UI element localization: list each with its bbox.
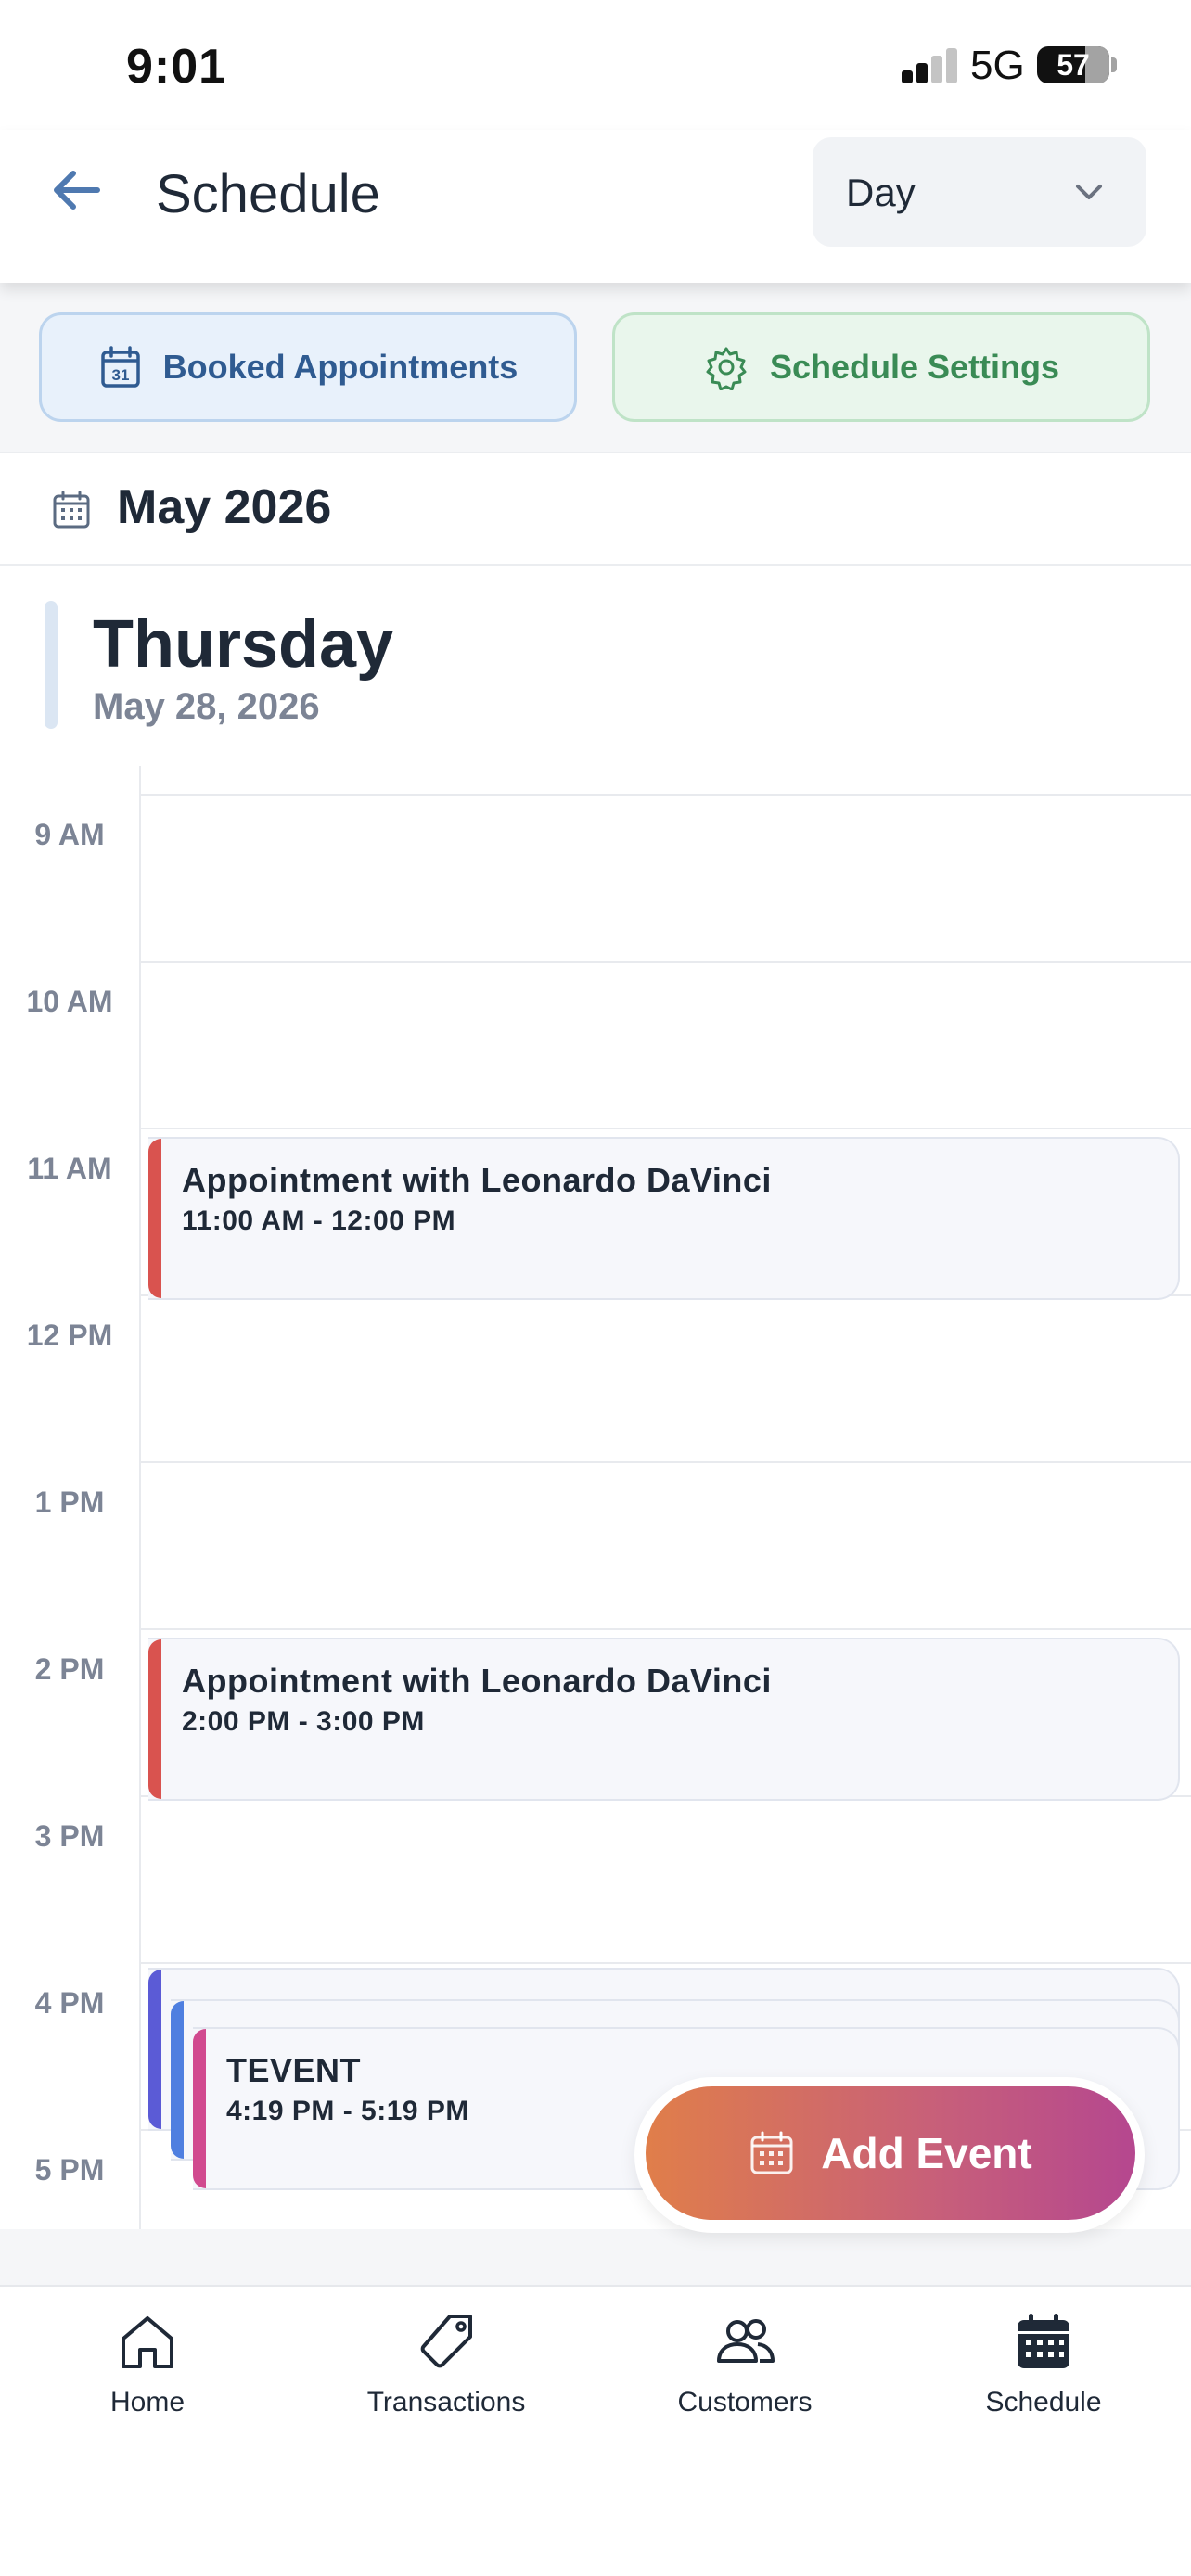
event-card[interactable]: Appointment with Leonardo DaVinci 2:00 P… — [148, 1638, 1180, 1801]
calendar-icon — [750, 2131, 793, 2174]
calendar-icon — [1018, 2314, 1069, 2368]
bottom-tab-bar: Home Transactions Customers Schedule — [0, 2287, 1191, 2576]
month-row: May 2026 — [0, 452, 1191, 566]
event-title: TEVENT — [226, 2051, 362, 2089]
tab-label: Home — [109, 2387, 186, 2417]
booked-appointments-label: Booked Appointments — [162, 348, 519, 386]
calendar-31-icon: 31 — [100, 346, 140, 388]
hour-row: 10 AM — [0, 961, 1191, 1018]
event-title: Appointment with Leonardo DaVinci — [182, 1662, 772, 1700]
hour-label: 12 PM — [26, 1319, 113, 1352]
chevron-down-icon — [1076, 185, 1102, 199]
tab-home[interactable]: Home — [27, 2309, 268, 2429]
month-label[interactable]: May 2026 — [117, 479, 331, 535]
hour-row: 2 PM — [0, 1628, 1191, 1686]
day-header: Thursday May 28, 2026 — [0, 567, 1191, 762]
top-header: Schedule Day — [0, 130, 1191, 283]
battery-tip — [1111, 57, 1117, 72]
hour-label: 9 AM — [34, 818, 105, 851]
hour-row: 9 AM — [0, 794, 1191, 851]
event-title: Appointment with Leonardo DaVinci — [182, 1161, 772, 1199]
add-event-label: Add Event — [821, 2129, 1032, 2177]
day-timeline[interactable]: 9 AM 10 AM 11 AM 12 PM 1 PM 2 PM 3 PM 4 … — [0, 762, 1191, 2229]
hour-row: 11 AM — [0, 1128, 1191, 1185]
hour-label: 3 PM — [34, 1819, 105, 1853]
event-card[interactable]: Appointment with Leonardo DaVinci 11:00 … — [148, 1137, 1180, 1300]
cellular-signal-icon — [902, 48, 959, 83]
tab-schedule[interactable]: Schedule — [923, 2309, 1164, 2429]
page-title: Schedule — [156, 164, 380, 224]
svg-text:31: 31 — [111, 366, 129, 384]
hour-label: 11 AM — [27, 1152, 112, 1185]
status-bar: 9:01 5G 57 — [0, 0, 1191, 130]
event-time: 4:19 PM - 5:19 PM — [226, 2096, 469, 2126]
tag-icon — [420, 2315, 472, 2368]
arrow-left-icon — [54, 171, 100, 210]
hour-label: 4 PM — [34, 1986, 105, 2020]
add-event-button[interactable]: Add Event — [646, 2086, 1135, 2220]
tab-label: Transactions — [366, 2387, 526, 2417]
day-date: May 28, 2026 — [93, 686, 320, 727]
status-time: 9:01 — [126, 40, 227, 94]
day-accent-bar — [45, 601, 58, 729]
view-mode-value: Day — [846, 171, 916, 214]
event-time: 11:00 AM - 12:00 PM — [182, 1205, 456, 1236]
schedule-settings-label: Schedule Settings — [769, 348, 1060, 386]
calendar-icon — [53, 491, 90, 529]
back-button[interactable] — [43, 158, 108, 223]
tab-label: Schedule — [985, 2387, 1102, 2417]
home-icon — [122, 2316, 173, 2368]
hour-label: 1 PM — [34, 1486, 105, 1519]
time-column-divider — [139, 766, 141, 2229]
hour-label: 2 PM — [34, 1652, 105, 1686]
event-time: 2:00 PM - 3:00 PM — [182, 1706, 425, 1737]
users-icon — [717, 2319, 775, 2363]
network-type: 5G — [970, 43, 1025, 88]
tab-label: Customers — [677, 2387, 813, 2417]
hour-label: 5 PM — [34, 2153, 105, 2187]
gear-icon — [706, 347, 747, 390]
day-weekday: Thursday — [93, 607, 394, 682]
hour-label: 10 AM — [26, 985, 113, 1018]
tab-transactions[interactable]: Transactions — [326, 2309, 567, 2429]
battery-icon: 57 — [1037, 46, 1109, 83]
action-bar: 31 Booked Appointments Schedule Settings — [0, 283, 1191, 452]
booked-appointments-button[interactable]: 31 Booked Appointments — [39, 312, 577, 422]
content-footer — [0, 2229, 1191, 2287]
schedule-settings-button[interactable]: Schedule Settings — [612, 312, 1150, 422]
tab-customers[interactable]: Customers — [624, 2309, 865, 2429]
hour-row: 4 PM — [0, 1962, 1191, 2020]
view-mode-select[interactable]: Day — [813, 137, 1146, 247]
battery-level: 57 — [1057, 48, 1090, 82]
hour-row: 1 PM — [0, 1461, 1191, 1519]
